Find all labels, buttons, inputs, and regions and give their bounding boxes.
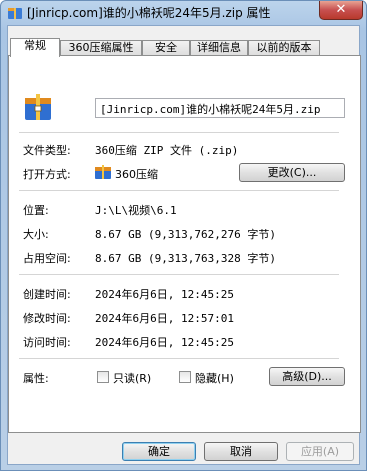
title-bar[interactable]: [Jinricp.com]谁的小棉袄呢24年5月.zip 属性 ✕ <box>1 1 366 25</box>
created-label: 创建时间: <box>23 288 71 301</box>
location-label: 位置: <box>23 204 49 217</box>
disk-size-label: 占用空间: <box>23 252 71 265</box>
accessed-label: 访问时间: <box>23 336 71 349</box>
hidden-label[interactable]: 隐藏(H) <box>195 370 234 386</box>
accessed-value: 2024年6月6日, 12:45:25 <box>95 336 234 349</box>
open-with-value: 360压缩 <box>115 168 158 181</box>
general-tab-page: [Jinricp.com]谁的小棉袄呢24年5月.zip 文件类型: 360压缩… <box>8 55 361 433</box>
zip-file-icon <box>8 8 22 19</box>
disk-size-value: 8.67 GB (9,313,763,328 字节) <box>95 252 276 265</box>
apply-button[interactable]: 应用(A) <box>286 442 354 461</box>
modified-value: 2024年6月6日, 12:57:01 <box>95 312 234 325</box>
zip-archive-icon <box>25 94 51 120</box>
file-type-label: 文件类型: <box>23 144 71 157</box>
tab-general[interactable]: 常规 <box>10 38 60 57</box>
location-value: J:\L\视频\6.1 <box>95 204 177 217</box>
file-name-input[interactable]: [Jinricp.com]谁的小棉袄呢24年5月.zip <box>95 98 345 118</box>
tab-security[interactable]: 安全 <box>142 40 190 56</box>
cancel-button[interactable]: 取消 <box>204 442 278 461</box>
close-button[interactable]: ✕ <box>319 1 363 20</box>
size-value: 8.67 GB (9,313,762,276 字节) <box>95 228 276 241</box>
separator <box>19 274 339 275</box>
tab-360-properties[interactable]: 360压缩属性 <box>60 40 142 56</box>
size-label: 大小: <box>23 228 49 241</box>
advanced-button[interactable]: 高级(D)... <box>269 367 345 386</box>
tab-details[interactable]: 详细信息 <box>190 40 248 56</box>
attributes-label: 属性: <box>23 372 49 385</box>
hidden-checkbox[interactable] <box>179 371 191 383</box>
created-value: 2024年6月6日, 12:45:25 <box>95 288 234 301</box>
properties-window: [Jinricp.com]谁的小棉袄呢24年5月.zip 属性 ✕ 常规 360… <box>0 0 367 471</box>
close-icon: ✕ <box>335 2 347 17</box>
separator <box>19 358 339 359</box>
separator <box>19 190 339 191</box>
modified-label: 修改时间: <box>23 312 71 325</box>
dialog-body: 常规 360压缩属性 安全 详细信息 以前的版本 [Jinricp.com]谁的… <box>7 25 361 465</box>
change-button[interactable]: 更改(C)... <box>239 163 345 182</box>
open-with-label: 打开方式: <box>23 168 71 181</box>
file-type-value: 360压缩 ZIP 文件 (.zip) <box>95 144 239 157</box>
ok-button[interactable]: 确定 <box>122 442 196 461</box>
readonly-label[interactable]: 只读(R) <box>113 370 151 386</box>
separator <box>19 132 339 133</box>
tab-previous-versions[interactable]: 以前的版本 <box>248 40 320 56</box>
readonly-checkbox[interactable] <box>97 371 109 383</box>
360zip-app-icon <box>95 165 111 179</box>
tab-bar: 常规 360压缩属性 安全 详细信息 以前的版本 <box>8 38 361 57</box>
window-title: [Jinricp.com]谁的小棉袄呢24年5月.zip 属性 <box>27 6 271 20</box>
